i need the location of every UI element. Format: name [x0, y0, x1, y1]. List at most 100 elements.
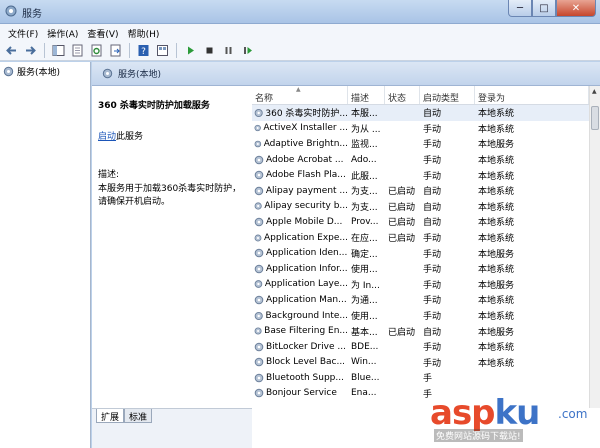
description-panel: 360 杀毒实时防护加载服务 启动此服务 描述: 本服务用于加载360杀毒实时防… [92, 86, 252, 408]
title-bar: 服务 ─ □ ✕ [0, 0, 600, 24]
row-name: Adaptive Brightn... [263, 138, 348, 149]
menu-file[interactable]: 文件(F) [4, 24, 43, 41]
row-name: Background Inte... [265, 310, 348, 321]
table-row[interactable]: Background Inte... 使用... 手动 本地系统 [252, 308, 589, 324]
row-name-cell: Application Expe... [252, 233, 348, 243]
tree-node-label: 服务(本地) [17, 68, 61, 78]
maximize-button[interactable]: □ [532, 0, 556, 17]
play-icon[interactable] [182, 42, 199, 59]
row-name-cell: Base Filtering En... [252, 326, 348, 336]
menu-help[interactable]: 帮助(H) [124, 24, 165, 41]
scroll-thumb[interactable] [591, 106, 599, 130]
back-arrow-icon[interactable] [3, 42, 20, 59]
row-name-cell: Application Iden... [252, 248, 348, 258]
stop-icon[interactable] [201, 42, 218, 59]
table-row[interactable]: Bluetooth Supp... Blue... 手 [252, 370, 589, 386]
service-action: 启动此服务 [98, 129, 246, 142]
pause-icon[interactable] [220, 42, 237, 59]
restart-icon[interactable] [239, 42, 256, 59]
show-tree-icon[interactable] [50, 42, 67, 59]
table-row[interactable]: 360 杀毒实时防护... 本服... 自动 本地系统 [252, 105, 589, 121]
row-startup-type: 手 [423, 374, 433, 385]
row-name: Application Expe... [264, 232, 348, 243]
row-status: 已启动 [388, 234, 416, 245]
service-gear-icon [254, 248, 264, 258]
row-name: ActiveX Installer ... [263, 123, 348, 134]
help-icon[interactable]: ? [135, 42, 152, 59]
tab-extended[interactable]: 扩展 [96, 409, 125, 423]
row-name-cell: BitLocker Drive ... [252, 342, 348, 352]
row-startup-type: 自动 [423, 218, 442, 229]
tree-node-services-local[interactable]: 服务(本地) [3, 65, 60, 78]
table-row[interactable]: Application Iden... 确定... 手动 本地服务 [252, 245, 589, 261]
row-description: Prov... [351, 216, 379, 227]
column-header-status[interactable]: 状态 [385, 86, 420, 104]
row-log-on-as: 本地系统 [478, 265, 515, 276]
row-startup-type: 自动 [423, 327, 442, 338]
table-row[interactable]: Adobe Acrobat ... Ado... 手动 本地系统 [252, 152, 589, 168]
table-row[interactable]: Adobe Flash Pla... 此服... 手动 本地系统 [252, 167, 589, 183]
row-log-on-as: 本地系统 [478, 202, 515, 213]
tab-standard[interactable]: 标准 [124, 409, 153, 423]
svg-text:?: ? [141, 47, 146, 57]
table-row[interactable]: Application Infor... 使用... 手动 本地系统 [252, 261, 589, 277]
table-row[interactable]: Block Level Bac... Win... 手动 本地系统 [252, 355, 589, 371]
row-startup-type: 手动 [423, 312, 442, 323]
row-startup-type: 手动 [423, 140, 442, 151]
vertical-scrollbar[interactable]: ▲ [589, 86, 600, 408]
table-row[interactable]: Apple Mobile D... Prov... 已启动 自动 本地系统 [252, 214, 589, 230]
service-gear-icon [254, 342, 264, 352]
start-service-link[interactable]: 启动 [98, 132, 116, 142]
row-log-on-as: 本地服务 [478, 327, 515, 338]
service-title: 360 杀毒实时防护加载服务 [98, 101, 210, 111]
row-startup-type: 手动 [423, 171, 442, 182]
row-status: 已启动 [388, 202, 416, 213]
table-row[interactable]: ActiveX Installer ... 为从 ... 手动 本地系统 [252, 121, 589, 137]
row-description: Win... [351, 357, 377, 368]
column-header-log-on-as[interactable]: 登录为 [475, 86, 589, 104]
details-pane: 服务(本地) 360 杀毒实时防护加载服务 启动此服务 描述: 本服务用于加载3… [92, 62, 600, 448]
row-name: Bluetooth Supp... [266, 372, 344, 383]
row-description: Ena... [351, 388, 377, 399]
row-status: 已启动 [388, 218, 416, 229]
column-header-description[interactable]: 描述 [348, 86, 385, 104]
table-row[interactable]: Application Man... 为通... 手动 本地系统 [252, 292, 589, 308]
refresh-icon[interactable] [88, 42, 105, 59]
export-icon[interactable] [107, 42, 124, 59]
table-row[interactable]: Alipay security b... 为支... 已启动 自动 本地系统 [252, 199, 589, 215]
table-row[interactable]: Application Expe... 在应... 已启动 手动 本地系统 [252, 230, 589, 246]
row-description: 为 In... [351, 280, 380, 291]
menu-action[interactable]: 操作(A) [43, 24, 83, 41]
close-button[interactable]: ✕ [556, 0, 596, 17]
service-gear-icon [254, 234, 262, 241]
row-startup-type: 手动 [423, 156, 442, 167]
toolbar-separator [129, 43, 130, 58]
table-row[interactable]: Alipay payment ... 为支... 已启动 自动 本地系统 [252, 183, 589, 199]
row-name: Adobe Flash Pla... [266, 170, 346, 181]
row-log-on-as: 本地服务 [478, 280, 515, 291]
table-row[interactable]: Application Laye... 为 In... 手动 本地服务 [252, 277, 589, 293]
row-name-cell: ActiveX Installer ... [252, 123, 348, 133]
column-header-startup-type[interactable]: 启动类型 [420, 86, 475, 104]
gear-icon [3, 66, 14, 77]
forward-arrow-icon[interactable] [22, 42, 39, 59]
row-log-on-as: 本地服务 [478, 249, 515, 260]
service-gear-icon [254, 217, 264, 227]
table-row[interactable]: Adaptive Brightn... 监视... 手动 本地服务 [252, 136, 589, 152]
row-description: 确定... [351, 249, 378, 260]
console-icon[interactable] [154, 42, 171, 59]
minimize-button[interactable]: ─ [508, 0, 532, 17]
scroll-up-arrow-icon[interactable]: ▲ [592, 88, 597, 95]
toolbar-separator [44, 43, 45, 58]
table-row[interactable]: BitLocker Drive ... BDE... 手动 本地系统 [252, 339, 589, 355]
service-gear-icon [254, 295, 264, 305]
service-gear-icon [254, 202, 262, 210]
row-description: 为支... [351, 202, 378, 213]
row-name-cell: Alipay security b... [252, 201, 348, 211]
table-row[interactable]: Base Filtering En... 基本... 已启动 自动 本地服务 [252, 323, 589, 339]
row-startup-type: 自动 [423, 187, 442, 198]
row-startup-type: 手动 [423, 280, 442, 291]
properties-icon[interactable] [69, 42, 86, 59]
menu-view[interactable]: 查看(V) [83, 24, 123, 41]
row-name: Application Man... [266, 294, 347, 305]
